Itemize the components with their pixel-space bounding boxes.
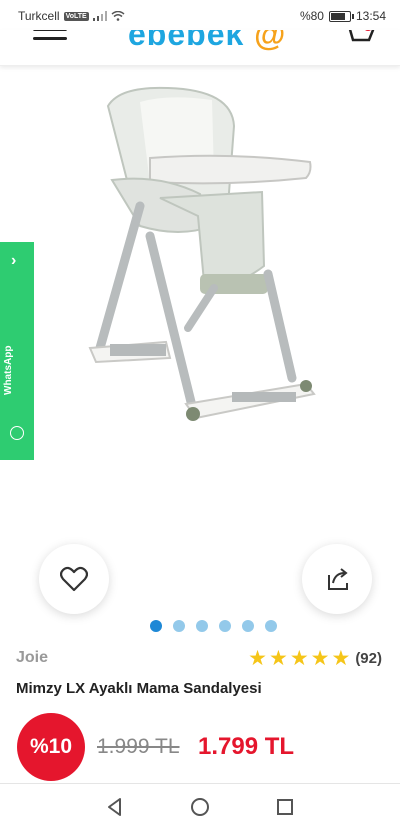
status-bar: Turkcell VoLTE %80 13:54 [0, 0, 400, 30]
gallery-dot[interactable] [265, 620, 277, 632]
recents-icon[interactable] [274, 796, 296, 818]
gallery-pagination [150, 620, 277, 632]
gallery-dot[interactable] [150, 620, 162, 632]
discount-badge: %10 [17, 713, 85, 781]
brand-name[interactable]: Joie [16, 649, 48, 667]
back-icon[interactable] [104, 796, 126, 818]
favorite-button[interactable] [39, 544, 109, 614]
star-icon: ★ [289, 647, 309, 670]
product-title: Mimzy LX Ayaklı Mama Sandalyesi [16, 680, 262, 697]
review-count: (92) [355, 650, 382, 667]
wifi-icon [111, 11, 125, 21]
logo-mark-icon: @ [254, 30, 287, 52]
current-price: 1.799 TL [198, 733, 295, 760]
old-price: 1.999 TL [97, 735, 180, 758]
star-icon: ★ [269, 647, 288, 670]
cart-icon[interactable] [342, 30, 376, 54]
gallery-dot[interactable] [242, 620, 254, 632]
gallery-dot[interactable] [173, 620, 185, 632]
star-icon: ★ [310, 647, 330, 670]
gallery-dot[interactable] [196, 620, 208, 632]
home-icon[interactable] [189, 796, 211, 818]
clock: 13:54 [355, 9, 386, 23]
star-icon: ★ [248, 647, 267, 670]
hamburger-icon[interactable] [33, 30, 67, 48]
share-icon [328, 568, 348, 590]
whatsapp-label: WhatsApp [3, 345, 14, 395]
system-nav-bar [0, 783, 400, 829]
battery-icon [328, 10, 354, 22]
gallery-dot[interactable] [219, 620, 231, 632]
star-icon: ★ [331, 647, 351, 670]
volte-badge: VoLTE [63, 11, 89, 21]
carrier-label: Turkcell [18, 9, 60, 23]
signal-icon [92, 11, 107, 21]
whatsapp-icon [10, 426, 24, 440]
rating[interactable]: ★ ★ ★ ★ ★ (92) [248, 648, 382, 669]
chevron-right-icon: › [11, 252, 17, 269]
share-button[interactable] [302, 544, 372, 614]
battery-percent: %80 [299, 9, 324, 23]
app-header: ebebek @ [0, 30, 400, 66]
product-image[interactable] [0, 66, 400, 626]
ebebek-logo[interactable]: ebebek @ [128, 30, 286, 53]
heart-icon [60, 566, 88, 592]
